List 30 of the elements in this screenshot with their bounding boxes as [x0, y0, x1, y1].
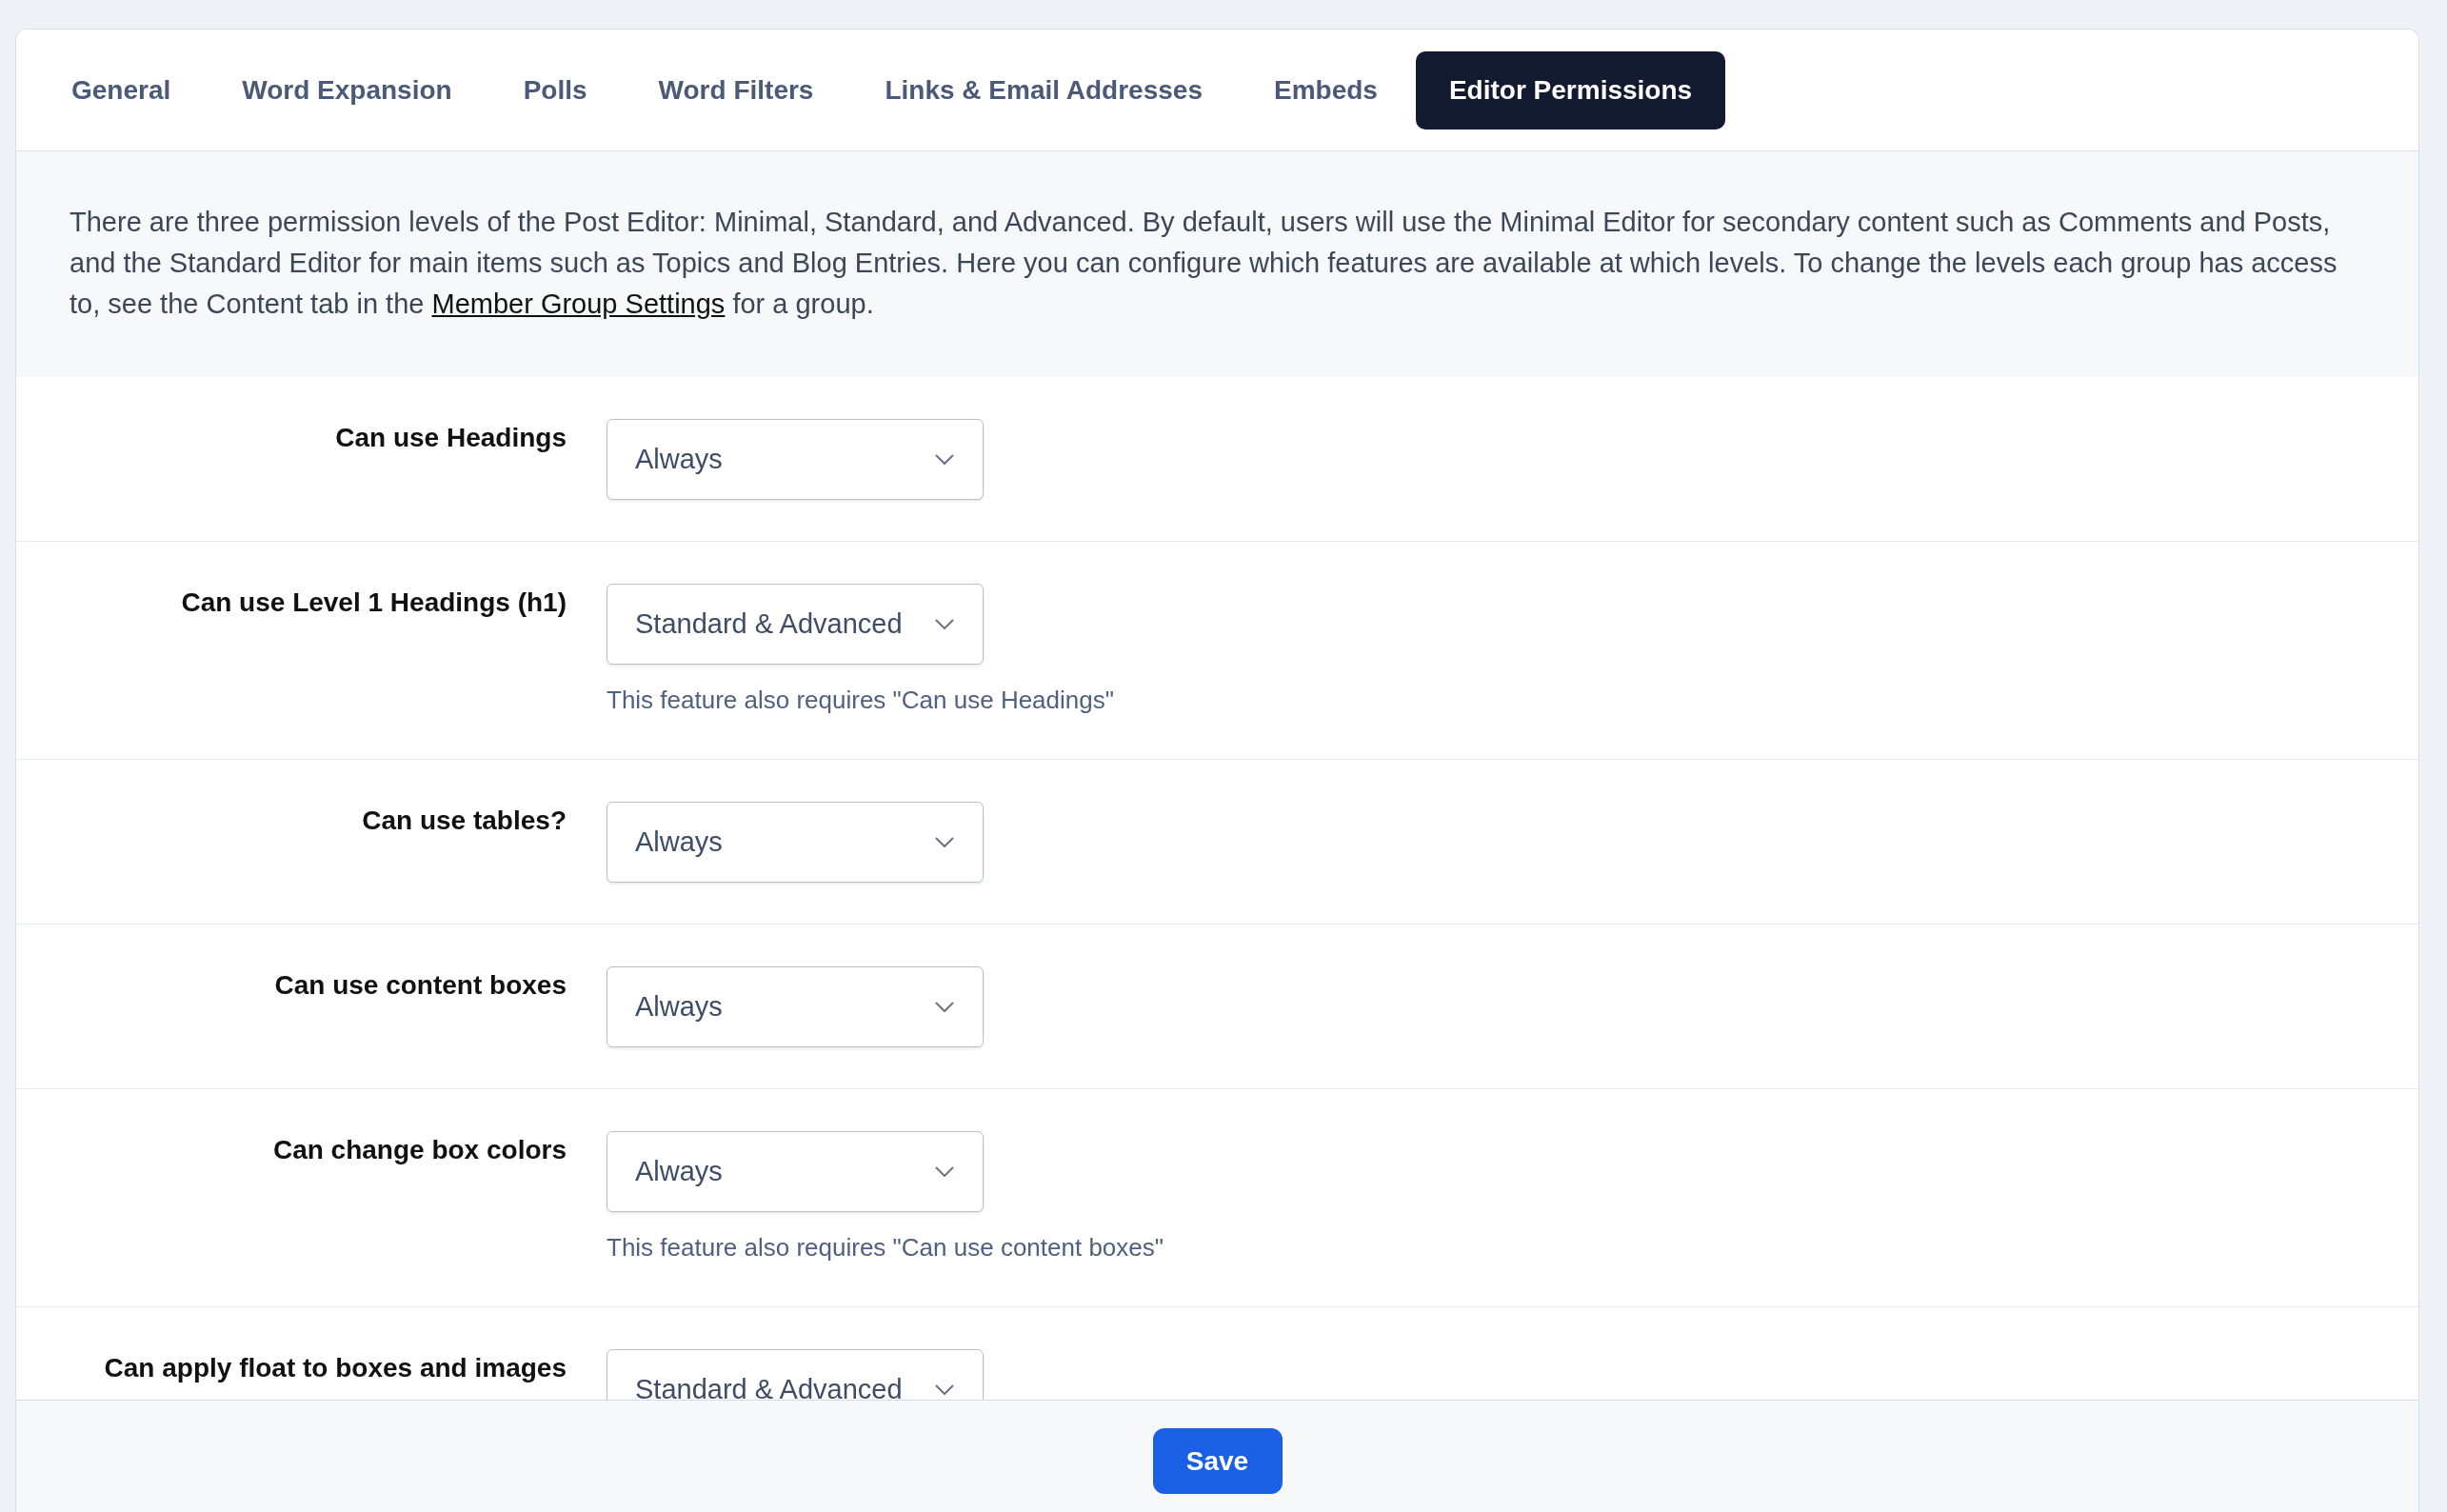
select-dropdown[interactable]: Always — [607, 419, 984, 500]
setting-label: Can use Level 1 Headings (h1) — [181, 587, 567, 617]
select-dropdown[interactable]: Standard & Advanced — [607, 584, 984, 665]
setting-label: Can use content boxes — [274, 970, 567, 1000]
chevron-down-icon — [935, 1001, 954, 1013]
hint-text: This feature also requires "Can use content boxes" — [607, 1232, 1164, 1263]
tab[interactable]: General — [38, 51, 205, 129]
member-group-settings-link[interactable]: Member Group Settings — [431, 288, 726, 319]
tab[interactable]: Editor Permissions — [1415, 51, 1726, 129]
chevron-down-icon — [935, 618, 954, 630]
chevron-down-icon — [935, 453, 954, 466]
hint-text: This feature also requires "Can use Headings" — [607, 685, 1114, 716]
chevron-down-icon — [935, 1165, 954, 1178]
select-dropdown[interactable]: Always — [607, 1131, 984, 1212]
tab[interactable]: Polls — [489, 51, 621, 129]
setting-label: Can apply float to boxes and images — [104, 1353, 567, 1383]
save-button[interactable]: Save — [1152, 1428, 1283, 1494]
chevron-down-icon — [935, 836, 954, 848]
intro-text: There are three permission levels of the Post Editor: Minimal, Standard, and Advanced. By default, users will use the Minimal Editor for secondary content such as Comments and Posts, and the Standard Editor for main items such as Topics and Blog Entries. Here you can configure which features are available at which levels. To change the levels each group has access to, see the Content tab in the Member Group Settings for a group. — [70, 206, 2338, 321]
chevron-down-icon — [935, 1383, 954, 1396]
setting-label: Can change box colors — [272, 1135, 567, 1164]
setting-label: Can use Headings — [335, 423, 567, 452]
setting-label: Can use tables? — [362, 806, 567, 835]
select-dropdown[interactable]: Standard & Advanced — [607, 1349, 984, 1400]
select-dropdown[interactable]: Always — [607, 802, 984, 883]
tab[interactable]: Links & Email Addresses — [851, 51, 1236, 129]
tab[interactable]: Word Expansion — [209, 51, 486, 129]
tab[interactable]: Embeds — [1241, 51, 1411, 129]
tab[interactable]: Word Filters — [625, 51, 847, 129]
select-dropdown[interactable]: Always — [607, 966, 984, 1047]
